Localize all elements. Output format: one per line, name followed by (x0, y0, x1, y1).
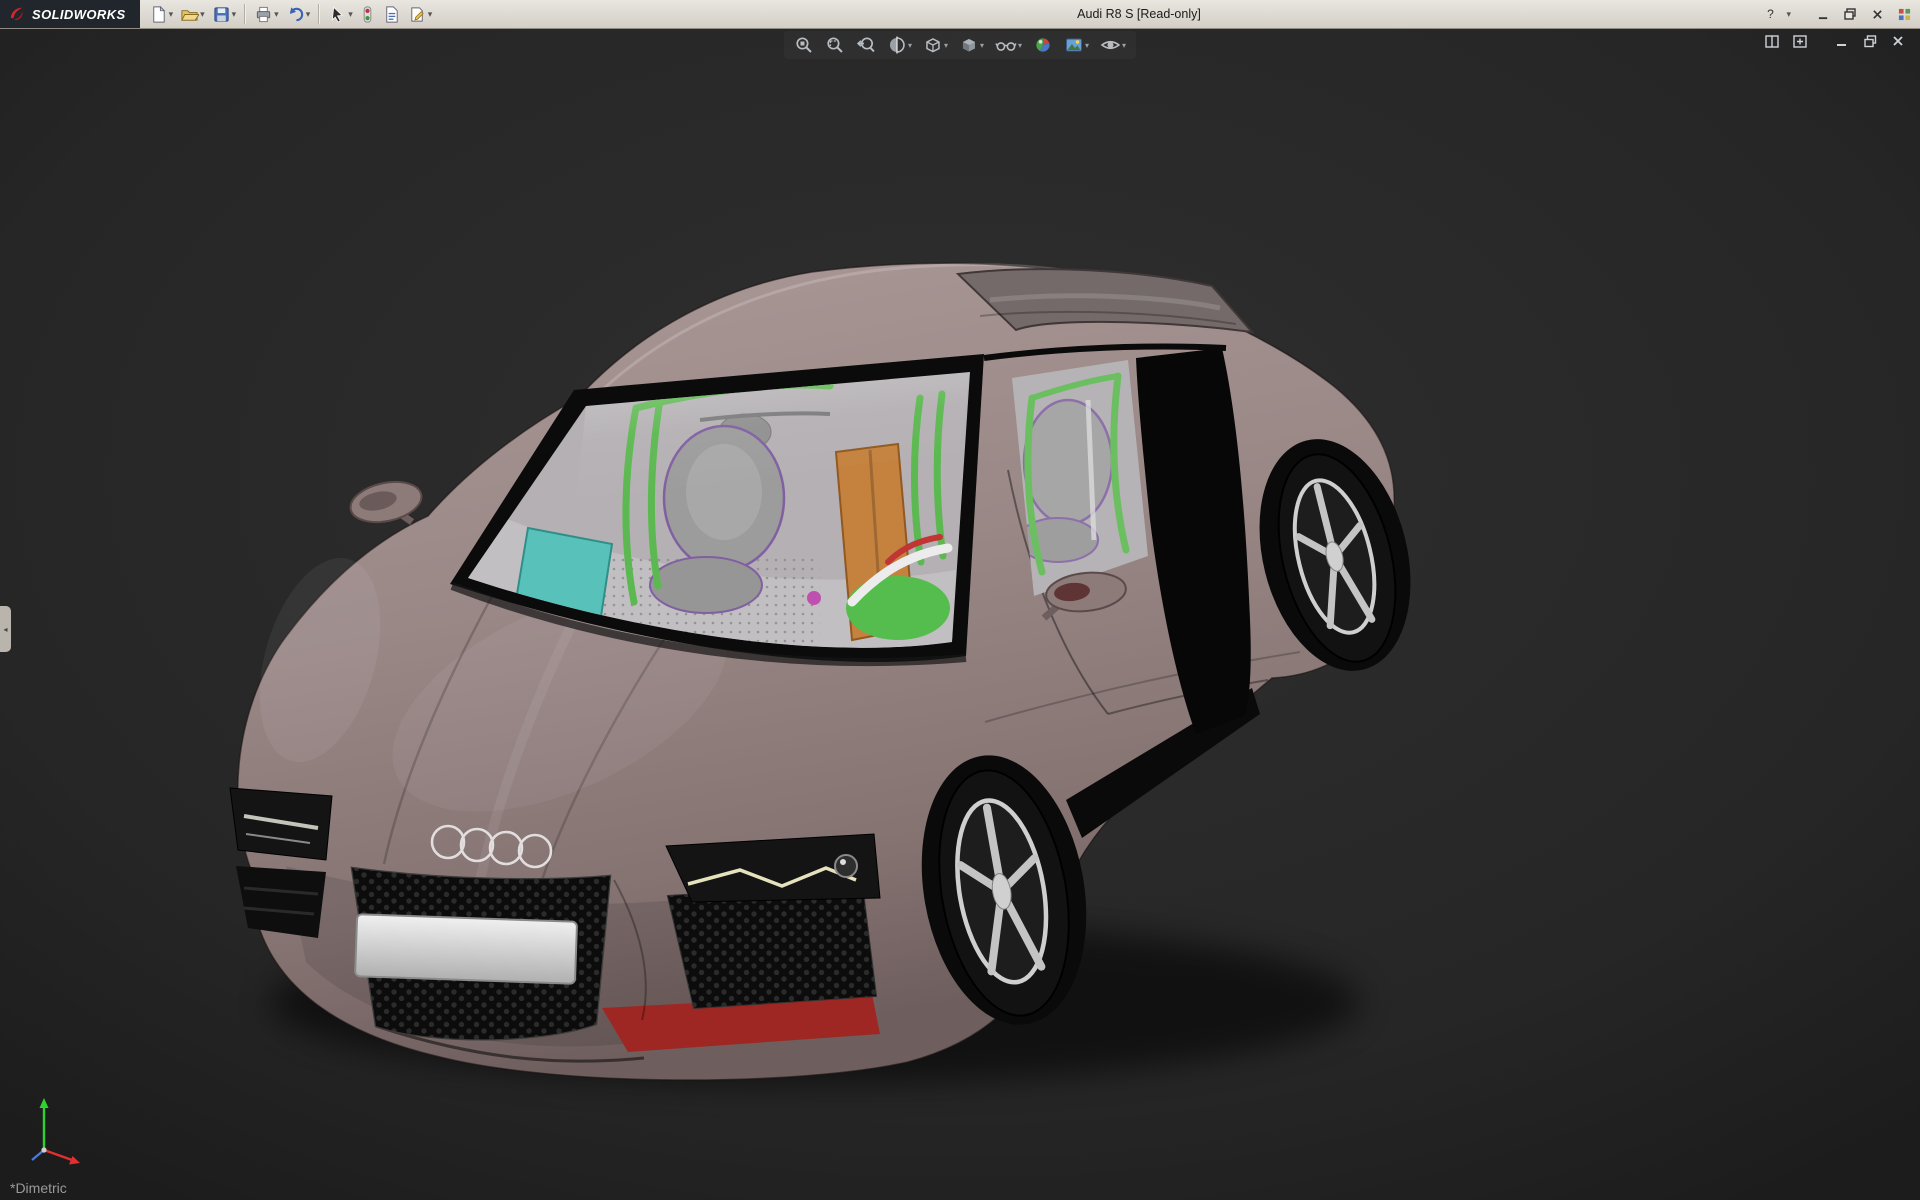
graphics-area[interactable]: ▾ ▾ ▾ ▾ (0, 28, 1920, 1200)
app-name-label: SOLIDWORKS (32, 7, 126, 22)
save-dropdown-arrow[interactable]: ▾ (232, 9, 237, 20)
doc-minimize-icon (1836, 35, 1848, 47)
new-document-icon (149, 5, 168, 24)
solidworks-logo-icon (8, 5, 26, 23)
rebuild-stoplight-icon (360, 5, 375, 24)
display-style-icon (959, 35, 979, 55)
previous-view-icon (856, 35, 876, 55)
license-plate[interactable] (355, 914, 577, 984)
undo-arrow-icon (286, 5, 305, 24)
zoom-to-fit-icon (794, 35, 814, 55)
display-style-dropdown-arrow[interactable]: ▾ (980, 41, 984, 50)
minimize-icon (1818, 9, 1829, 20)
scene-3d[interactable] (0, 28, 1920, 1200)
apply-scene-dropdown-arrow[interactable]: ▾ (1085, 41, 1089, 50)
doc-restore-icon (1864, 35, 1877, 48)
main-toolbar: ▾ ▾ ▾ ▾ (146, 1, 436, 27)
green-interior-part (846, 576, 950, 640)
document-window-controls (1762, 32, 1908, 50)
restore-icon (1844, 8, 1856, 20)
toolbar-separator (244, 4, 246, 24)
save-button[interactable]: ▾ (209, 1, 240, 27)
toolbar-separator (318, 4, 320, 24)
feature-manager-flyout-arrow[interactable]: ◂ (0, 606, 11, 652)
front-grille[interactable] (350, 866, 616, 1048)
view-settings-dropdown-arrow[interactable]: ▾ (1122, 41, 1126, 50)
print-icon (254, 5, 273, 24)
minimize-button[interactable] (1811, 4, 1835, 25)
file-properties-button[interactable] (379, 1, 404, 27)
doc-minimize-button[interactable] (1832, 32, 1852, 50)
eyeglasses-icon (995, 35, 1017, 55)
open-folder-icon (180, 5, 199, 24)
zoom-to-fit-button[interactable] (792, 33, 816, 57)
section-view-button[interactable]: ▾ (885, 33, 914, 57)
section-view-icon (887, 35, 907, 55)
appearance-ball-icon (1033, 35, 1053, 55)
save-floppy-icon (212, 5, 231, 24)
close-icon (1872, 9, 1883, 20)
open-dropdown-arrow[interactable]: ▾ (200, 9, 205, 20)
hide-show-items-button[interactable]: ▾ (993, 33, 1024, 57)
restore-button[interactable] (1838, 4, 1862, 25)
headsup-view-toolbar: ▾ ▾ ▾ ▾ (784, 31, 1136, 59)
split-view-button[interactable] (1762, 32, 1782, 50)
options-dropdown-arrow[interactable]: ▾ (428, 9, 433, 20)
print-dropdown-arrow[interactable]: ▾ (274, 9, 279, 20)
view-orientation-button[interactable]: ▾ (921, 33, 950, 57)
solidworks-logo: SOLIDWORKS (0, 0, 140, 28)
options-button[interactable]: ▾ (405, 1, 436, 27)
doc-close-icon (1892, 35, 1904, 47)
help-button[interactable]: ? (1758, 4, 1782, 25)
section-view-dropdown-arrow[interactable]: ▾ (908, 41, 912, 50)
solidworks-window: SOLIDWORKS ▾ ▾ ▾ (0, 0, 1920, 1200)
new-button[interactable]: ▾ (146, 1, 177, 27)
view-settings-button[interactable]: ▾ (1098, 33, 1128, 57)
zoom-to-area-icon (825, 35, 845, 55)
open-button[interactable]: ▾ (177, 1, 208, 27)
rebuild-button[interactable] (357, 1, 378, 27)
zoom-to-area-button[interactable] (823, 33, 847, 57)
window-title: Audi R8 S [Read-only] (1077, 7, 1201, 21)
apply-scene-button[interactable]: ▾ (1062, 33, 1091, 57)
doc-close-button[interactable] (1888, 32, 1908, 50)
print-button[interactable]: ▾ (251, 1, 282, 27)
left-bumper-vent[interactable] (236, 866, 326, 938)
select-dropdown-arrow[interactable]: ▾ (348, 9, 353, 20)
left-headlight[interactable] (230, 788, 332, 860)
app-grid-button[interactable] (1892, 4, 1916, 25)
close-button[interactable] (1865, 4, 1889, 25)
orientation-triad[interactable] (10, 1086, 102, 1178)
options-page-icon (408, 5, 427, 24)
right-headlight[interactable] (666, 834, 880, 902)
titlebar-controls: ? ▾ (1758, 0, 1916, 28)
titlebar: SOLIDWORKS ▾ ▾ ▾ (0, 0, 1920, 29)
previous-view-button[interactable] (854, 33, 878, 57)
y-axis-arrow[interactable] (40, 1098, 49, 1108)
full-screen-icon (1793, 35, 1807, 48)
apply-scene-icon (1064, 35, 1084, 55)
display-style-button[interactable]: ▾ (957, 33, 986, 57)
hide-show-dropdown-arrow[interactable]: ▾ (1018, 41, 1022, 50)
new-dropdown-arrow[interactable]: ▾ (169, 9, 174, 20)
app-grid-icon (1898, 8, 1911, 21)
view-orientation-cube-icon (923, 35, 943, 55)
split-view-icon (1765, 35, 1779, 48)
help-dropdown-arrow[interactable]: ▾ (1786, 9, 1791, 20)
undo-dropdown-arrow[interactable]: ▾ (306, 9, 311, 20)
triad-origin (41, 1147, 46, 1152)
edit-appearance-button[interactable] (1031, 33, 1055, 57)
full-screen-button[interactable] (1790, 32, 1810, 50)
view-orientation-dropdown-arrow[interactable]: ▾ (944, 41, 948, 50)
undo-button[interactable]: ▾ (283, 1, 314, 27)
select-cursor-icon (328, 5, 347, 24)
view-settings-eye-icon (1100, 35, 1121, 55)
doc-restore-button[interactable] (1860, 32, 1880, 50)
select-button[interactable]: ▾ (325, 1, 356, 27)
file-properties-icon (382, 5, 401, 24)
view-orientation-label: *Dimetric (10, 1180, 67, 1196)
